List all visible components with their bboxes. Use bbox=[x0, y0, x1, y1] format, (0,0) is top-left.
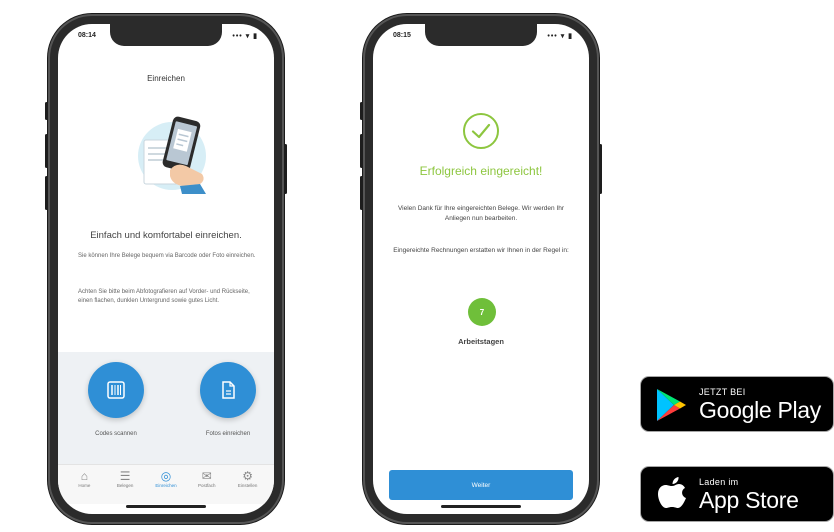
phone-success: 08:15 ••• ▾ ▮ Erfolgreich eingereicht! V… bbox=[360, 14, 602, 524]
volume-up-button bbox=[45, 134, 48, 168]
screen-einreichen: 08:14 ••• ▾ ▮ Einreichen Einfach und kom… bbox=[58, 24, 274, 514]
google-badge-big-text: Google Play bbox=[699, 397, 821, 423]
settings-icon: ⚙ bbox=[242, 469, 253, 483]
barcode-icon bbox=[107, 381, 125, 399]
intro-text: Sie können Ihre Belege bequem via Barcod… bbox=[78, 253, 256, 259]
power-button bbox=[599, 144, 602, 194]
days-badge: 7 bbox=[468, 298, 496, 326]
google-play-badge[interactable]: JETZT BEI Google Play bbox=[640, 376, 834, 432]
home-indicator bbox=[441, 505, 521, 508]
volume-down-button bbox=[360, 176, 363, 210]
thanks-text: Vielen Dank für Ihre eingereichten Beleg… bbox=[397, 205, 565, 222]
documents-icon: ☰ bbox=[119, 469, 131, 483]
tab-label: Belegen bbox=[116, 483, 134, 488]
volume-down-button bbox=[45, 176, 48, 210]
apple-icon bbox=[658, 477, 686, 508]
status-icons: ••• ▾ ▮ bbox=[232, 33, 258, 40]
tab-label: Postfach bbox=[198, 483, 216, 488]
apple-badge-small-text: Laden im bbox=[699, 477, 739, 487]
google-play-icon bbox=[657, 389, 686, 421]
google-badge-small-text: JETZT BEI bbox=[699, 387, 746, 397]
tab-einstellen[interactable]: ⚙ Einstellen bbox=[229, 469, 267, 504]
tab-label: Einreichen bbox=[155, 483, 177, 488]
page-title: Einreichen bbox=[147, 74, 185, 83]
document-icon bbox=[222, 381, 235, 399]
scan-codes-button[interactable] bbox=[88, 362, 144, 418]
mute-switch bbox=[360, 102, 363, 120]
notch bbox=[425, 24, 537, 46]
power-button bbox=[284, 144, 287, 194]
intro-heading: Einfach und komfortabel einreichen. bbox=[90, 230, 242, 241]
status-icons: ••• ▾ ▮ bbox=[547, 33, 573, 40]
volume-up-button bbox=[360, 134, 363, 168]
submit-photos-label: Fotos einreichen bbox=[205, 431, 251, 437]
tab-label: Home bbox=[78, 483, 91, 488]
tab-label: Einstellen bbox=[237, 483, 258, 488]
submit-photos-button[interactable] bbox=[200, 362, 256, 418]
app-store-badge[interactable]: Laden im App Store bbox=[640, 466, 834, 522]
tab-postfach[interactable]: ✉ Postfach bbox=[188, 469, 226, 504]
phone-einreichen: 08:14 ••• ▾ ▮ Einreichen Einfach und kom… bbox=[45, 14, 287, 524]
status-time: 08:15 bbox=[393, 32, 411, 39]
tab-bar: ⌂ Home ☰ Belegen ◎ Einreichen ✉ Postfach ⚙ Einste… bbox=[58, 464, 274, 504]
stage: 08:14 ••• ▾ ▮ Einreichen Einfach und kom… bbox=[0, 0, 834, 532]
mail-icon: ✉ bbox=[201, 469, 212, 483]
notch bbox=[110, 24, 222, 46]
checkmark-icon bbox=[463, 113, 499, 149]
home-indicator bbox=[126, 505, 206, 508]
success-title: Erfolgreich eingereicht! bbox=[419, 164, 543, 178]
photo-hint-text: Achten Sie bitte beim Abfotografieren au… bbox=[78, 289, 250, 304]
scan-codes-label: Codes scannen bbox=[95, 431, 137, 437]
camera-icon: ◎ bbox=[160, 469, 172, 483]
screen-success: 08:15 ••• ▾ ▮ Erfolgreich eingereicht! V… bbox=[373, 24, 589, 514]
mute-switch bbox=[45, 102, 48, 120]
home-icon: ⌂ bbox=[80, 469, 89, 483]
apple-badge-big-text: App Store bbox=[699, 487, 799, 513]
tab-belegen[interactable]: ☰ Belegen bbox=[106, 469, 144, 504]
days-label: Arbeitstagen bbox=[458, 337, 504, 346]
refund-info-text: Eingereichte Rechnungen erstatten wir Ih… bbox=[393, 247, 569, 254]
tab-einreichen[interactable]: ◎ Einreichen bbox=[147, 469, 185, 504]
status-time: 08:14 bbox=[78, 32, 96, 39]
tab-home[interactable]: ⌂ Home bbox=[65, 469, 103, 504]
phone-in-hand-illustration bbox=[138, 116, 206, 194]
continue-button[interactable]: Weiter bbox=[389, 470, 573, 500]
